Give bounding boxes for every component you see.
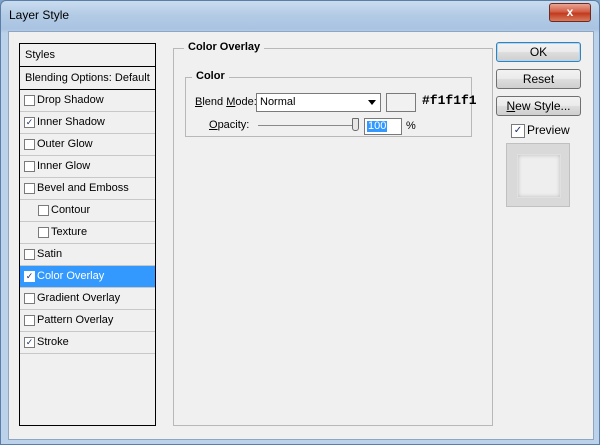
style-item[interactable]: Inner Glow [20,156,155,178]
style-item-label: Inner Shadow [37,116,105,128]
style-item-label: Outer Glow [37,138,93,150]
close-button[interactable]: x [549,3,591,22]
blend-mode-value: Normal [260,96,296,108]
opacity-label: Opacity: [209,119,250,131]
reset-button[interactable]: Reset [496,69,581,89]
dialog-client-area: Styles Blending Options: Default Drop Sh… [8,31,594,440]
style-items: Drop Shadow ✓ Inner Shadow Outer Glow Inner … [20,90,155,354]
style-checkbox[interactable] [24,161,35,172]
style-item-label: Gradient Overlay [37,292,121,304]
style-item-label: Contour [51,204,91,216]
blending-options-item[interactable]: Blending Options: Default [20,67,155,90]
style-item[interactable]: ✓ Stroke [20,332,155,354]
style-item[interactable]: Texture [20,222,155,244]
color-group-title: Color [192,70,229,82]
style-item-label: Color Overlay [37,270,105,282]
color-overlay-title: Color Overlay [184,41,265,53]
opacity-value: 100 [367,120,388,132]
style-checkbox[interactable] [24,315,35,326]
opacity-slider-thumb[interactable] [352,118,359,131]
style-checkbox[interactable] [24,183,35,194]
style-item-label: Bevel and Emboss [37,182,129,194]
style-item[interactable]: Contour [20,200,155,222]
style-checkbox[interactable]: ✓ [24,337,35,348]
title-bar[interactable]: Layer Style x [1,1,599,31]
style-preview-thumbnail [506,143,570,207]
style-item-label: Inner Glow [37,160,91,172]
style-checkbox[interactable] [38,227,49,238]
style-item[interactable]: ✓ Inner Shadow [20,112,155,134]
style-item-label: Pattern Overlay [37,314,114,326]
color-hex-value: #f1f1f1 [422,93,477,108]
style-item[interactable]: Pattern Overlay [20,310,155,332]
styles-header[interactable]: Styles [20,44,155,67]
chevron-down-icon [368,100,376,105]
preview-swatch [517,154,561,198]
style-item-label: Drop Shadow [37,94,104,106]
style-item[interactable]: Bevel and Emboss [20,178,155,200]
color-swatch[interactable] [386,93,416,112]
style-item[interactable]: ✓ Color Overlay [20,266,155,288]
style-checkbox[interactable]: ✓ [24,117,35,128]
style-item[interactable]: Gradient Overlay [20,288,155,310]
color-subgroup: Color Blend Mode: Normal #f1f1f1 Opacity… [185,70,477,137]
style-checkbox[interactable] [24,249,35,260]
style-item[interactable]: Drop Shadow [20,90,155,112]
color-overlay-group: Color Overlay Color Blend Mode: Normal #… [173,41,493,426]
opacity-slider-track[interactable] [258,125,358,126]
style-checkbox[interactable] [24,293,35,304]
style-checkbox[interactable] [24,95,35,106]
opacity-input[interactable]: 100 [364,118,402,135]
style-item[interactable]: Outer Glow [20,134,155,156]
preview-checkbox[interactable]: ✓ [511,124,525,138]
ok-button[interactable]: OK [496,42,581,62]
window-title: Layer Style [9,8,70,22]
blend-mode-label: Blend Mode: [195,96,257,108]
opacity-unit: % [406,120,416,132]
blend-mode-select[interactable]: Normal [256,93,381,112]
layer-style-dialog: Layer Style x Styles Blending Options: D… [0,0,600,445]
style-checkbox[interactable] [24,139,35,150]
style-checkbox[interactable]: ✓ [24,271,35,282]
new-style-button[interactable]: New Style... [496,96,581,116]
style-item[interactable]: Satin [20,244,155,266]
preview-label[interactable]: Preview [527,123,570,137]
style-item-label: Texture [51,226,88,238]
styles-list: Styles Blending Options: Default Drop Sh… [19,43,156,426]
style-item-label: Stroke [37,336,69,348]
style-item-label: Satin [37,248,63,260]
style-checkbox[interactable] [38,205,49,216]
